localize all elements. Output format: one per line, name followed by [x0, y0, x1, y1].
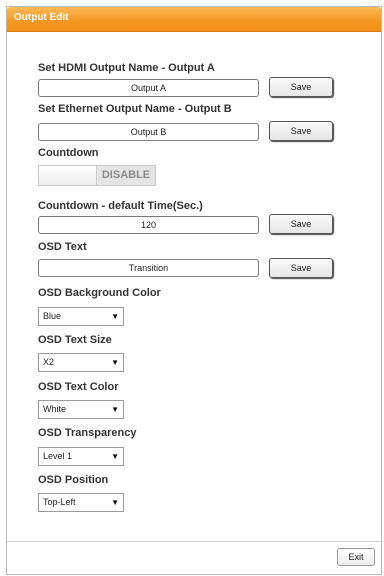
- osd-text-label: OSD Text: [38, 241, 87, 253]
- osd-bg-color-label: OSD Background Color: [38, 287, 161, 299]
- osd-transparency-value: Level 1: [43, 451, 73, 461]
- osd-text-input[interactable]: Transition: [38, 259, 259, 277]
- osd-text-save-button[interactable]: Save: [269, 258, 333, 278]
- countdown-time-label: Countdown - default Time(Sec.): [38, 200, 203, 212]
- chevron-down-icon: ▼: [111, 452, 119, 461]
- osd-text-size-value: X2: [43, 357, 55, 367]
- exit-button[interactable]: Exit: [337, 548, 375, 566]
- hdmi-name-save-button[interactable]: Save: [269, 77, 333, 97]
- hdmi-name-label: Set HDMI Output Name - Output A: [38, 62, 215, 74]
- osd-text-size-select[interactable]: X2 ▼: [38, 353, 124, 372]
- osd-position-value: Top-Left: [43, 497, 76, 507]
- osd-bg-color-select[interactable]: Blue ▼: [38, 307, 124, 326]
- dialog-title: Output Edit: [14, 12, 69, 23]
- ethernet-name-input[interactable]: Output B: [38, 123, 259, 141]
- osd-text-color-label: OSD Text Color: [38, 381, 119, 393]
- osd-bg-color-value: Blue: [43, 311, 62, 321]
- osd-transparency-select[interactable]: Level 1 ▼: [38, 447, 124, 466]
- osd-transparency-label: OSD Transparency: [38, 427, 137, 439]
- dialog-content: Set HDMI Output Name - Output A Output A…: [7, 32, 381, 541]
- countdown-toggle-state: DISABLE: [97, 166, 155, 185]
- chevron-down-icon: ▼: [111, 358, 119, 367]
- osd-text-color-value: White: [43, 404, 67, 414]
- ethernet-name-save-button[interactable]: Save: [269, 121, 333, 141]
- countdown-label: Countdown: [38, 147, 99, 159]
- countdown-toggle[interactable]: DISABLE: [38, 165, 156, 186]
- ethernet-name-label: Set Ethernet Output Name - Output B: [38, 103, 232, 115]
- osd-position-label: OSD Position: [38, 474, 109, 486]
- osd-text-size-label: OSD Text Size: [38, 334, 112, 346]
- output-edit-dialog: Output Edit Set HDMI Output Name - Outpu…: [6, 6, 382, 575]
- chevron-down-icon: ▼: [111, 498, 119, 507]
- footer-divider: [7, 541, 381, 542]
- osd-position-select[interactable]: Top-Left ▼: [38, 493, 124, 512]
- osd-text-color-select[interactable]: White ▼: [38, 400, 124, 419]
- hdmi-name-input[interactable]: Output A: [38, 79, 259, 97]
- countdown-toggle-knob: [39, 166, 97, 185]
- title-bar: Output Edit: [7, 7, 381, 32]
- chevron-down-icon: ▼: [111, 312, 119, 321]
- chevron-down-icon: ▼: [111, 405, 119, 414]
- countdown-time-save-button[interactable]: Save: [269, 214, 333, 234]
- countdown-time-input[interactable]: 120: [38, 216, 259, 234]
